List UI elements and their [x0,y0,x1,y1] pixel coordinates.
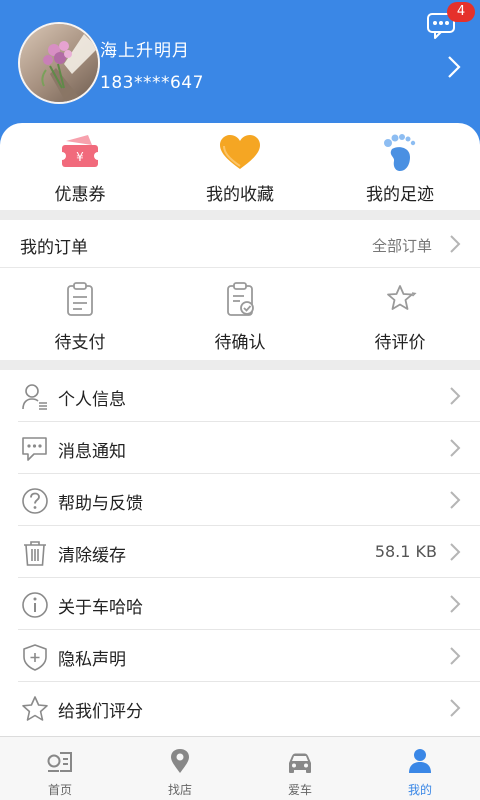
coupons-label: 优惠券 [54,185,106,205]
chevron-right-icon [450,595,461,613]
chevron-right-icon [450,647,461,665]
menu-item-label: 帮助与反馈 [58,494,143,514]
home-icon [47,752,72,772]
menu-item-personal-info[interactable]: 个人信息 [0,370,480,422]
tab-label: 首页 [47,783,72,797]
chevron-right-icon [450,235,461,253]
footprint-icon [384,134,416,171]
orders-section: 我的订单 全部订单 待支付 待确认 待评价 [0,220,480,360]
tab-label: 我的 [407,783,432,797]
star-icon [22,696,48,721]
chevron-right-icon [450,387,461,405]
menu-item-privacy[interactable]: 隐私声明 [0,630,480,682]
pending-confirm-label: 待确认 [214,333,266,353]
pending-confirm-button[interactable]: 待确认 [160,269,320,360]
settings-menu: 个人信息 消息通知 帮助与反馈 清除缓存 58.1 KB 关于车哈哈 隐私声明 … [0,370,480,736]
menu-item-notifications[interactable]: 消息通知 [0,422,480,474]
tab-home[interactable]: 首页 [0,737,120,800]
menu-item-label: 消息通知 [58,442,126,462]
quick-links: ¥ 优惠券 我的收藏 我的足迹 [0,123,480,210]
message-count-badge: 4 [447,2,475,22]
menu-item-label: 给我们评分 [58,702,143,722]
coupons-link[interactable]: ¥ 优惠券 [0,123,160,210]
menu-item-label: 个人信息 [58,390,126,410]
footprints-label: 我的足迹 [366,185,434,205]
user-icon [409,749,431,773]
menu-item-help-feedback[interactable]: 帮助与反馈 [0,474,480,526]
orders-header[interactable]: 我的订单 全部订单 [0,220,480,268]
menu-item-rate-us[interactable]: 给我们评分 [0,682,480,734]
car-icon [289,753,311,773]
menu-item-clear-cache[interactable]: 清除缓存 58.1 KB [0,526,480,578]
heart-icon [220,135,260,169]
question-icon [22,488,48,514]
tab-label: 爱车 [287,783,312,797]
tab-label: 找店 [167,783,192,797]
trash-icon [24,541,46,566]
username[interactable]: 海上升明月 [100,36,190,61]
chevron-right-icon[interactable] [445,54,463,80]
favorites-label: 我的收藏 [206,185,274,205]
tab-my-car[interactable]: 爱车 [240,737,360,800]
chevron-right-icon [450,491,461,509]
pending-payment-label: 待支付 [54,333,106,353]
coupon-icon: ¥ [58,135,102,167]
chevron-right-icon [450,439,461,457]
shield-icon [23,644,47,671]
all-orders-link[interactable]: 全部订单 [372,235,432,256]
location-icon [171,749,189,773]
clipboard-check-icon [227,282,254,316]
chevron-right-icon [450,699,461,717]
stars-icon [387,285,417,310]
menu-item-label: 清除缓存 [58,546,126,566]
avatar[interactable] [18,22,100,104]
pending-review-label: 待评价 [374,333,426,353]
phone-number: 183****647 [100,73,204,93]
clipboard-icon [67,282,93,316]
cache-size: 58.1 KB [374,542,437,561]
pending-payment-button[interactable]: 待支付 [0,269,160,360]
orders-title: 我的订单 [20,238,88,258]
footprints-link[interactable]: 我的足迹 [320,123,480,210]
flower-bouquet-image [41,34,98,102]
pending-review-button[interactable]: 待评价 [320,269,480,360]
info-icon [22,592,48,618]
bottom-tab-bar: 首页 找店 爱车 我的 [0,736,480,800]
person-icon [22,384,47,410]
tab-find-store[interactable]: 找店 [120,737,240,800]
chevron-right-icon [450,543,461,561]
menu-item-about[interactable]: 关于车哈哈 [0,578,480,630]
menu-item-label: 关于车哈哈 [58,598,143,618]
svg-text:¥: ¥ [76,150,84,164]
tab-mine[interactable]: 我的 [360,737,480,800]
chat-icon [22,437,47,461]
menu-item-label: 隐私声明 [58,650,126,670]
favorites-link[interactable]: 我的收藏 [160,123,320,210]
